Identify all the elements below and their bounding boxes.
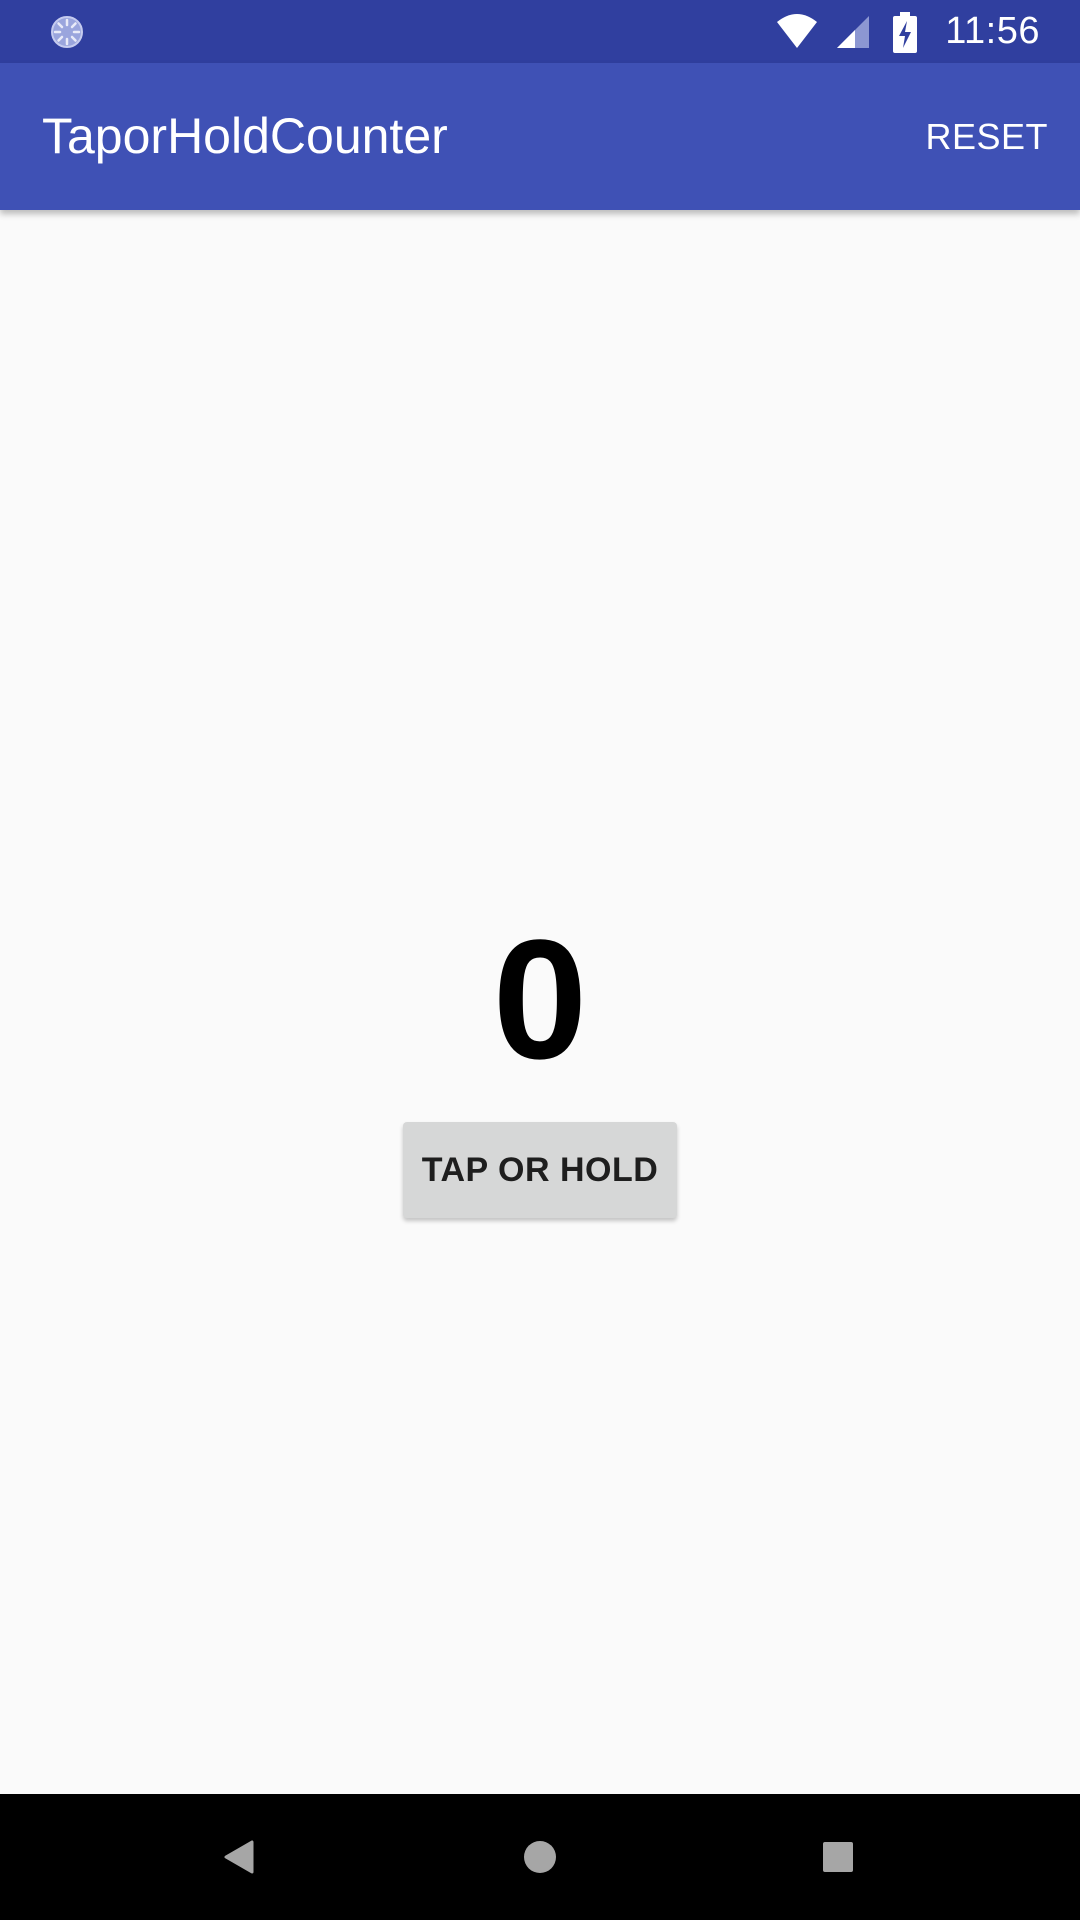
cell-signal-icon [833,12,877,52]
app-bar: TaporHoldCounter RESET [0,63,1080,210]
battery-charging-icon [891,11,919,53]
navigation-bar [0,1794,1080,1920]
status-icons: 11:56 [775,0,1040,63]
loading-spinner-icon [48,13,86,51]
app-title: TaporHoldCounter [42,108,448,164]
back-icon[interactable] [202,1819,278,1895]
home-icon[interactable] [502,1819,578,1895]
main-content: 0 TAP OR HOLD [0,210,1080,1794]
tap-or-hold-button[interactable]: TAP OR HOLD [403,1122,677,1218]
status-bar: 11:56 [0,0,1080,63]
app-screen: 11:56 TaporHoldCounter RESET 0 TAP OR HO… [0,0,1080,1920]
status-time: 11:56 [945,10,1040,52]
wifi-icon [775,12,819,52]
reset-button[interactable]: RESET [913,99,1060,175]
counter-value: 0 [492,905,588,1095]
recents-icon[interactable] [800,1819,876,1895]
